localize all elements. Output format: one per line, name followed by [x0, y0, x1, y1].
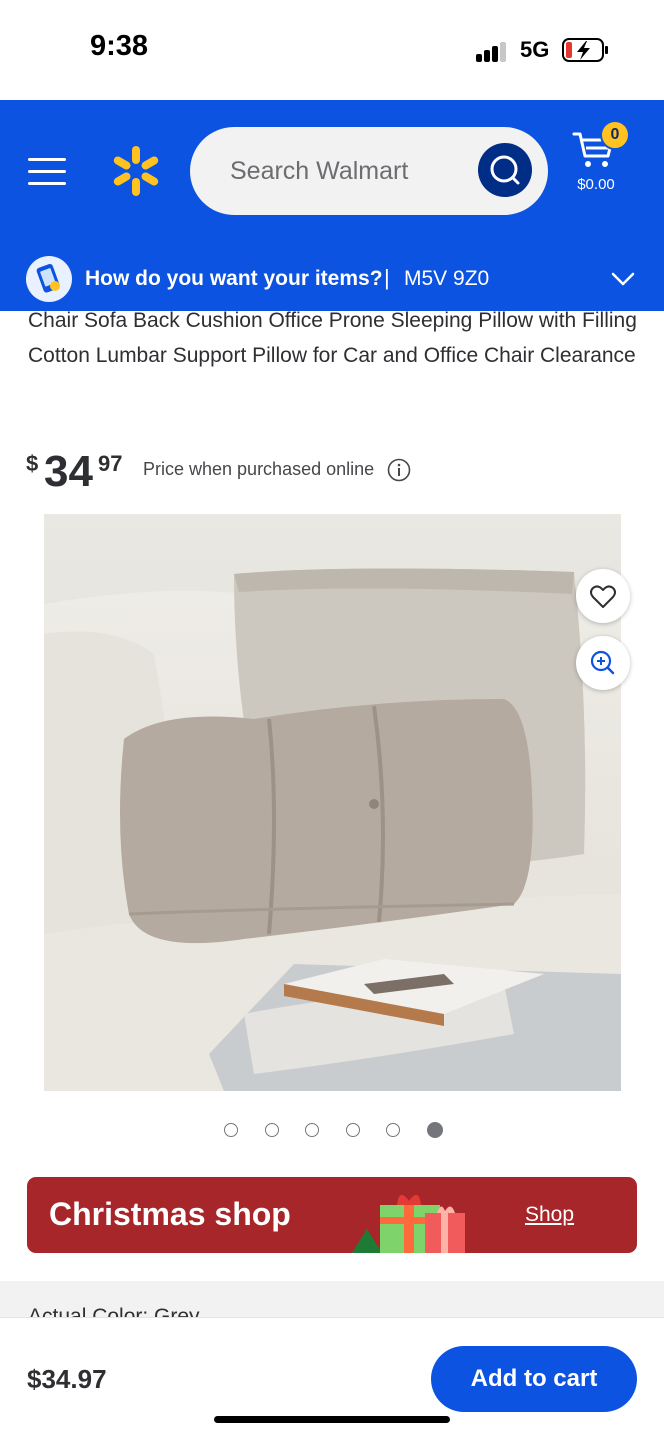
fulfillment-separator: |: [384, 265, 390, 290]
battery-icon: [562, 38, 608, 62]
carousel-dot[interactable]: [264, 1123, 279, 1137]
status-bar: 9:38 5G: [0, 0, 664, 100]
fulfillment-question: How do you want your items?: [85, 267, 383, 290]
carousel-dot[interactable]: [386, 1123, 401, 1137]
signal-icon: [476, 40, 510, 62]
delivery-phone-icon: [26, 256, 72, 302]
status-time: 9:38: [90, 30, 149, 62]
actual-color-label: Actual Color: Grey: [28, 1305, 200, 1318]
carousel-dot[interactable]: [305, 1123, 320, 1137]
chevron-down-icon: [611, 272, 635, 286]
cart-button[interactable]: 0 $0.00: [570, 118, 630, 198]
product-image[interactable]: [44, 514, 621, 1091]
carousel-dot[interactable]: [224, 1123, 238, 1137]
info-icon[interactable]: [387, 458, 411, 482]
heart-icon: [590, 585, 616, 608]
gift-box-icon: [352, 1194, 465, 1253]
pillow-photo: [44, 514, 621, 1091]
postal-code: M5V 9Z0: [404, 267, 490, 290]
zoom-in-icon: [590, 650, 615, 675]
search-bar: [190, 127, 548, 215]
search-icon: [490, 155, 520, 185]
zoom-button[interactable]: [576, 636, 630, 690]
search-input[interactable]: [230, 127, 470, 215]
fulfillment-selector[interactable]: How do you want your items? | M5V 9Z0: [0, 250, 664, 310]
carousel-dot[interactable]: [345, 1123, 360, 1137]
network-label: 5G: [520, 37, 550, 62]
christmas-promo-banner[interactable]: Christmas shop Shop: [27, 1177, 637, 1253]
search-button[interactable]: [478, 143, 532, 197]
sticky-price: $34.97: [27, 1364, 107, 1394]
favorite-button[interactable]: [576, 569, 630, 623]
add-to-cart-button[interactable]: Add to cart: [431, 1346, 637, 1412]
menu-icon[interactable]: [28, 158, 66, 186]
product-title: Chair Sofa Back Cushion Office Prone Sle…: [28, 309, 637, 367]
promo-title: Christmas shop: [49, 1196, 291, 1232]
price-note: Price when purchased online: [143, 459, 375, 479]
price-dollars: 34: [44, 447, 93, 496]
price-currency: $: [26, 451, 39, 476]
home-indicator[interactable]: [214, 1416, 450, 1423]
price-cents: 97: [98, 451, 123, 476]
promo-shop-link[interactable]: Shop: [525, 1203, 574, 1227]
image-carousel-dots: [224, 1122, 454, 1141]
carousel-dot[interactable]: [427, 1122, 443, 1138]
walmart-spark-icon[interactable]: [112, 146, 160, 196]
cart-total: $0.00: [577, 176, 615, 193]
cart-count-badge: 0: [600, 120, 630, 150]
